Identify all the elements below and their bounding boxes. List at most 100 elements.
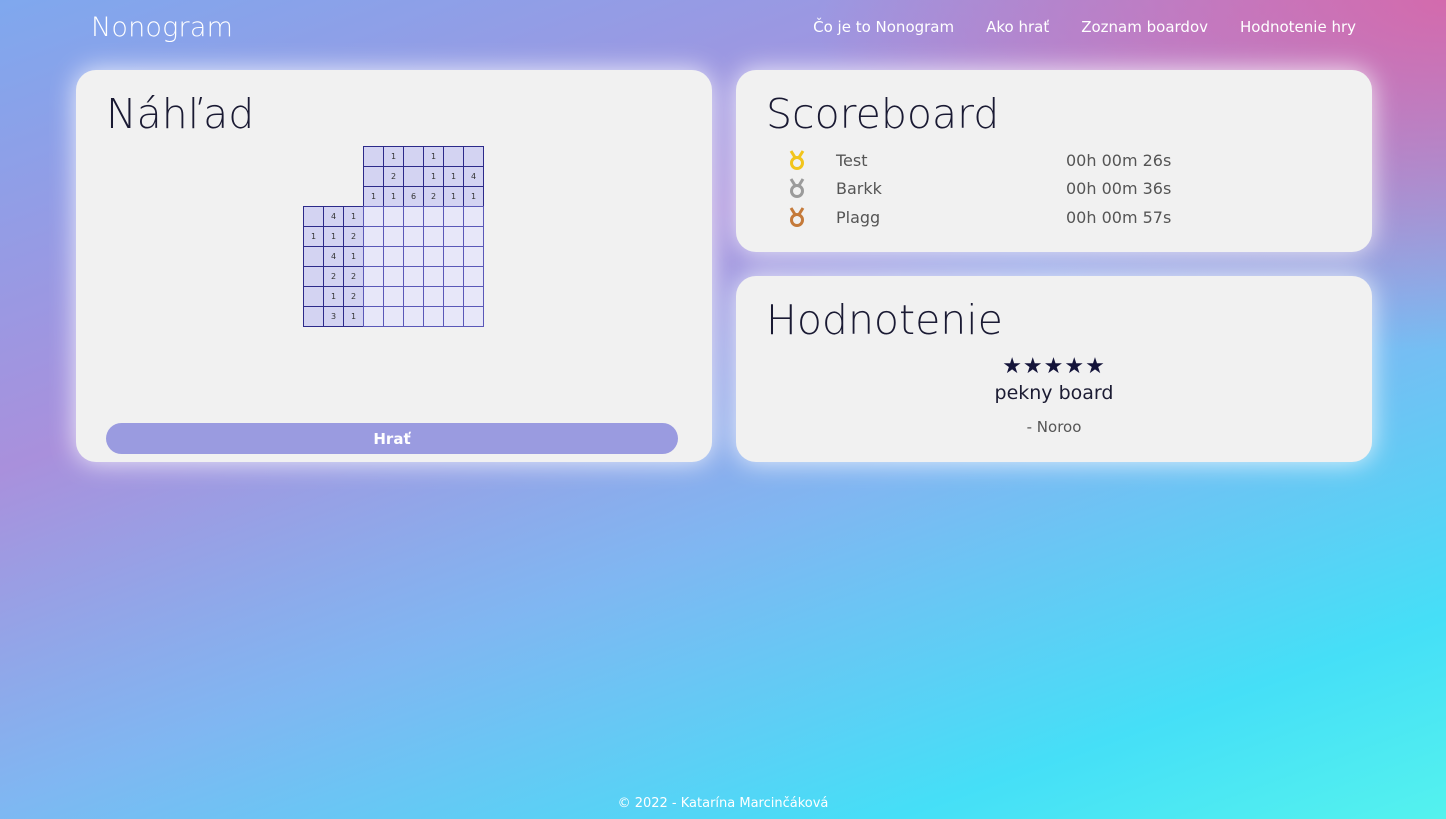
nav-link-game-rating[interactable]: Hodnotenie hry — [1240, 18, 1356, 36]
column-clue — [403, 166, 424, 187]
grid-cell[interactable] — [403, 306, 424, 327]
column-clue: 1 — [363, 186, 384, 207]
grid-cell[interactable] — [363, 306, 384, 327]
row-clue: 1 — [343, 206, 364, 227]
row-clue: 3 — [323, 306, 344, 327]
row-clue: 1 — [343, 306, 364, 327]
grid-cell[interactable] — [463, 206, 484, 227]
main-nav: Čo je to Nonogram Ako hrať Zoznam boardo… — [813, 18, 1356, 36]
row-clue — [303, 266, 324, 287]
grid-cell[interactable] — [423, 306, 444, 327]
grid-cell[interactable] — [383, 286, 404, 307]
row-clue: 2 — [343, 286, 364, 307]
grid-cell[interactable] — [363, 226, 384, 247]
column-clue: 1 — [383, 146, 404, 167]
rating-card: Hodnotenie ★★★★★ pekny board - Noroo — [736, 276, 1372, 462]
row-clue: 1 — [323, 286, 344, 307]
grid-cell[interactable] — [423, 246, 444, 267]
grid-cell[interactable] — [423, 226, 444, 247]
grid-cell[interactable] — [443, 286, 464, 307]
rating-author: - Noroo — [1026, 418, 1082, 436]
row-clue: 1 — [323, 226, 344, 247]
bronze-medal-icon — [789, 207, 805, 227]
row-clue: 4 — [323, 246, 344, 267]
nav-link-board-list[interactable]: Zoznam boardov — [1081, 18, 1208, 36]
column-clue — [403, 146, 424, 167]
grid-cell[interactable] — [383, 266, 404, 287]
score-row: Plagg 00h 00m 57s — [788, 205, 1171, 229]
column-clue: 1 — [443, 166, 464, 187]
player-name: Barkk — [836, 178, 882, 198]
scoreboard-title: Scoreboard — [766, 90, 1000, 138]
grid-cell[interactable] — [403, 246, 424, 267]
grid-cell[interactable] — [443, 266, 464, 287]
column-clue: 2 — [383, 166, 404, 187]
column-clue: 1 — [463, 186, 484, 207]
column-clue: 1 — [423, 166, 444, 187]
grid-cell[interactable] — [403, 266, 424, 287]
preview-title: Náhľad — [106, 90, 255, 138]
row-clue: 2 — [343, 266, 364, 287]
grid-cell[interactable] — [363, 206, 384, 227]
grid-cell[interactable] — [363, 266, 384, 287]
rating-comment: pekny board — [994, 382, 1114, 404]
player-time: 00h 00m 57s — [1066, 207, 1172, 227]
nav-link-how-to-play[interactable]: Ako hrať — [986, 18, 1049, 36]
play-button[interactable]: Hrať — [106, 423, 678, 454]
row-clue — [303, 286, 324, 307]
row-clue: 1 — [303, 226, 324, 247]
grid-cell[interactable] — [403, 226, 424, 247]
grid-cell[interactable] — [463, 306, 484, 327]
preview-card: Náhľad 1121611211414111241221231 Hrať — [76, 70, 712, 462]
grid-cell[interactable] — [383, 206, 404, 227]
gold-medal-icon — [789, 150, 805, 170]
row-clue — [303, 246, 324, 267]
grid-cell[interactable] — [403, 206, 424, 227]
grid-cell[interactable] — [443, 226, 464, 247]
row-clue: 2 — [323, 266, 344, 287]
grid-cell[interactable] — [423, 266, 444, 287]
column-clue — [363, 146, 384, 167]
grid-cell[interactable] — [443, 246, 464, 267]
grid-cell[interactable] — [463, 246, 484, 267]
grid-cell[interactable] — [463, 226, 484, 247]
row-clue: 4 — [323, 206, 344, 227]
grid-cell[interactable] — [463, 286, 484, 307]
grid-cell[interactable] — [463, 266, 484, 287]
column-clue — [463, 146, 484, 167]
column-clue: 6 — [403, 186, 424, 207]
grid-cell[interactable] — [403, 286, 424, 307]
nav-link-what-is-nonogram[interactable]: Čo je to Nonogram — [813, 18, 954, 36]
silver-medal-icon — [789, 178, 805, 198]
column-clue: 1 — [383, 186, 404, 207]
grid-cell[interactable] — [383, 246, 404, 267]
row-clue: 2 — [343, 226, 364, 247]
row-clue — [303, 206, 324, 227]
column-clue: 4 — [463, 166, 484, 187]
score-row: Barkk 00h 00m 36s — [788, 176, 1171, 200]
grid-cell[interactable] — [383, 226, 404, 247]
player-name: Test — [836, 150, 868, 170]
column-clue: 1 — [443, 186, 464, 207]
player-time: 00h 00m 26s — [1066, 150, 1172, 170]
column-clue: 1 — [423, 146, 444, 167]
column-clue — [443, 146, 464, 167]
grid-cell[interactable] — [443, 306, 464, 327]
brand-logo[interactable]: Nonogram — [91, 12, 233, 43]
row-clue — [303, 306, 324, 327]
scoreboard-card: Scoreboard Test 00h 00m 26s Barkk 00h 00… — [736, 70, 1372, 252]
grid-cell[interactable] — [363, 286, 384, 307]
score-row: Test 00h 00m 26s — [788, 148, 1171, 172]
grid-cell[interactable] — [423, 286, 444, 307]
column-clue — [363, 166, 384, 187]
grid-cell[interactable] — [443, 206, 464, 227]
row-clue: 1 — [343, 246, 364, 267]
grid-cell[interactable] — [363, 246, 384, 267]
grid-cell[interactable] — [423, 206, 444, 227]
rating-title: Hodnotenie — [766, 296, 1003, 344]
grid-cell[interactable] — [383, 306, 404, 327]
player-time: 00h 00m 36s — [1066, 178, 1172, 198]
column-clue: 2 — [423, 186, 444, 207]
star-rating: ★★★★★ — [1002, 354, 1106, 379]
player-name: Plagg — [836, 207, 881, 227]
